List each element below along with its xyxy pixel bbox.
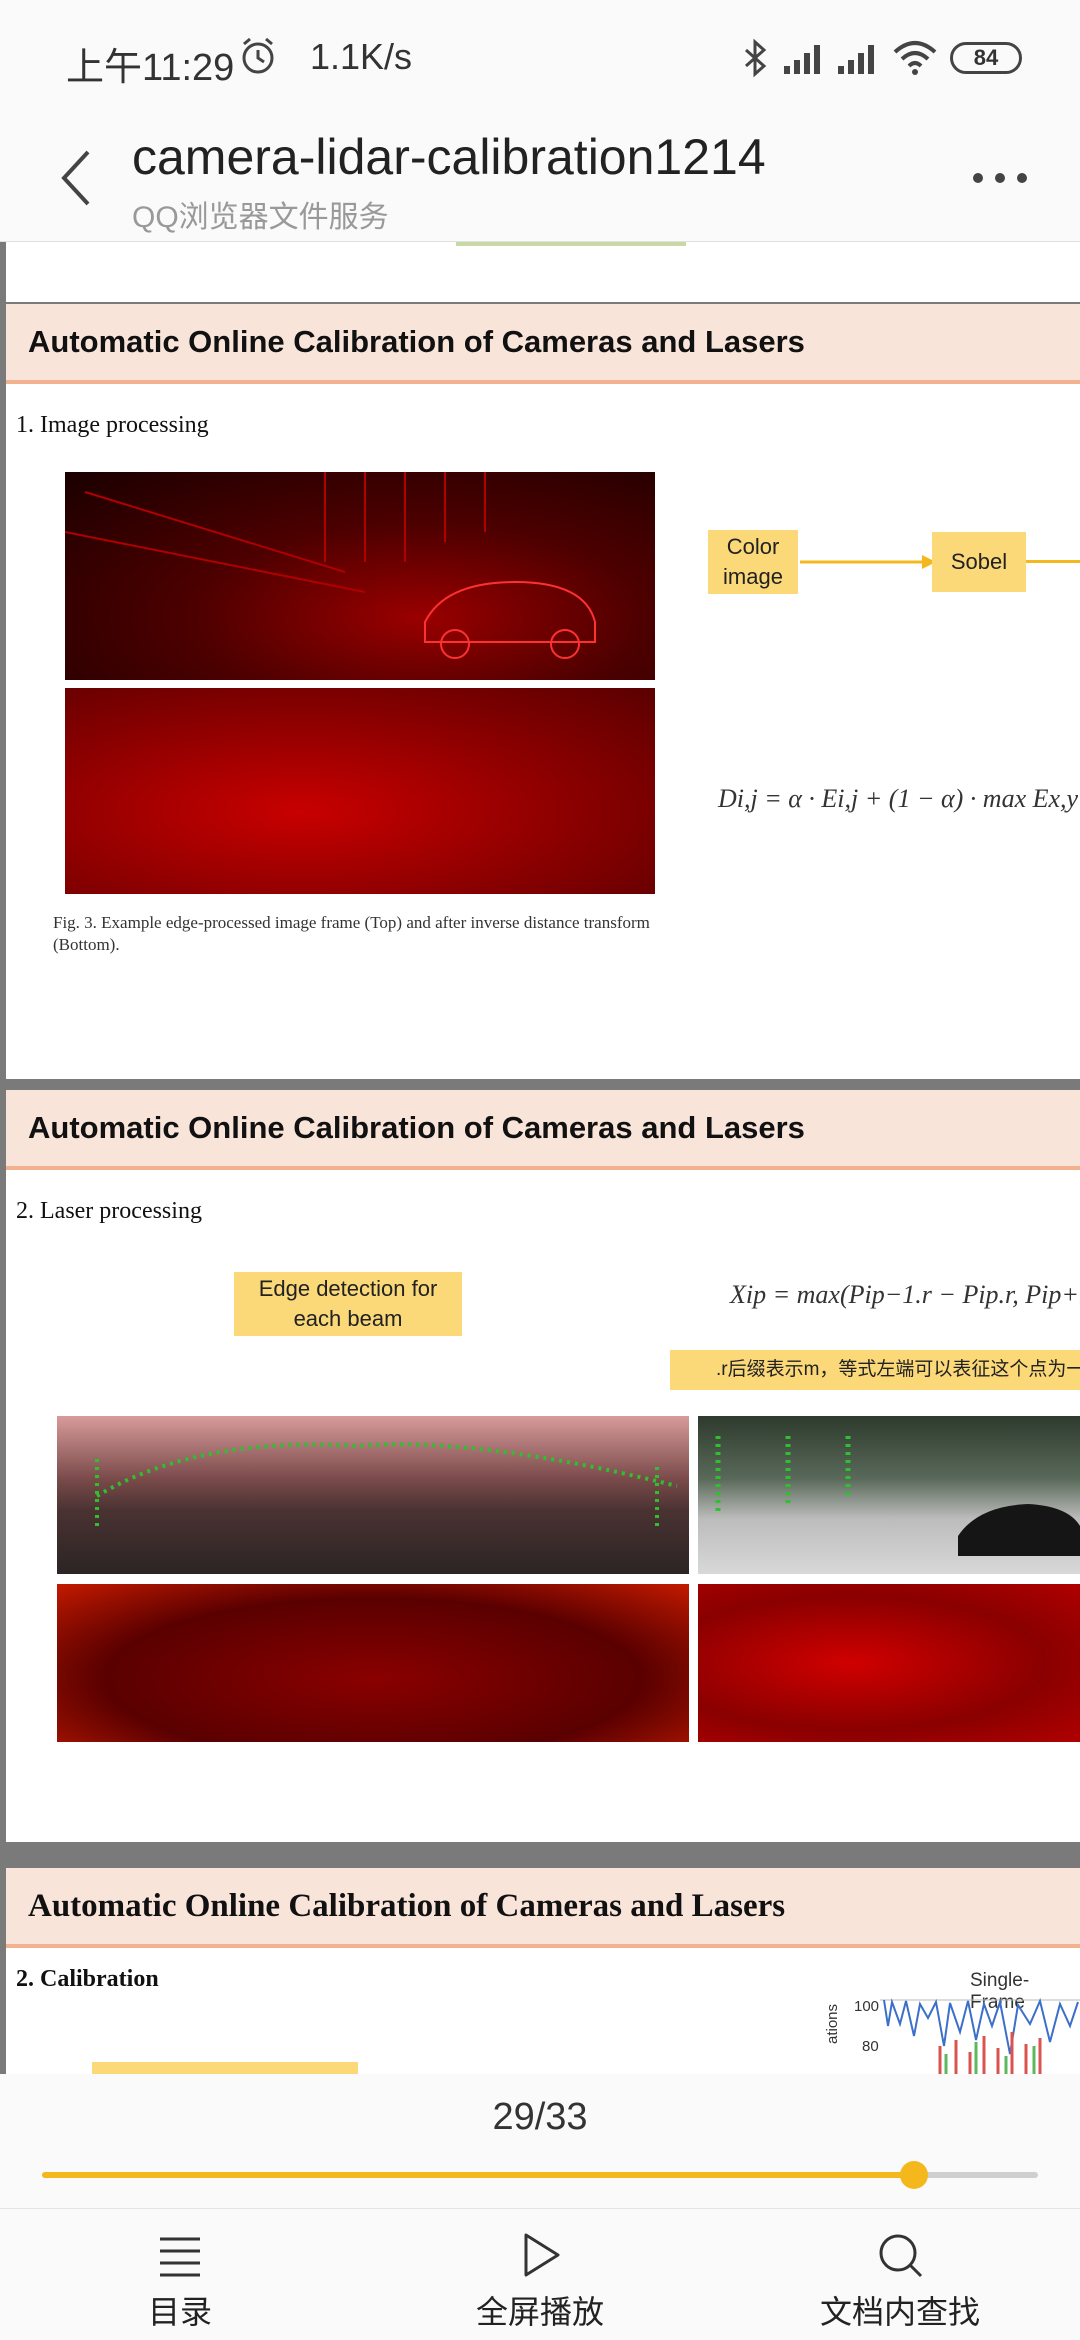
lidar-overlay-photo-right (698, 1416, 1080, 1574)
battery-icon: 84 (950, 42, 1022, 74)
lidar-overlay-photo-left (57, 1416, 689, 1574)
pipeline-step-color-image: Color image (708, 530, 798, 594)
lidar-points (95, 1442, 678, 1526)
edge-detection-label: Edge detection for each beam (234, 1272, 462, 1336)
pipeline-arrow-continuation (1026, 560, 1080, 563)
title-bar: camera-lidar-calibration1214 QQ浏览器文件服务 (0, 110, 1080, 242)
document-source: QQ浏览器文件服务 (132, 201, 389, 234)
chart-tick-100: 100 (854, 1998, 880, 2015)
page-slider-thumb[interactable] (899, 2161, 928, 2189)
fullscreen-play-label: 全屏播放 (475, 2294, 604, 2330)
document-title: camera-lidar-calibration1214 (132, 129, 766, 185)
table-of-contents-icon (160, 2237, 200, 2277)
slide-header: Automatic Online Calibration of Cameras … (6, 1090, 1080, 1170)
status-time: 上午11:29 (66, 47, 235, 89)
section-heading: 1. Image processing (16, 412, 209, 438)
slide-calibration: Automatic Online Calibration of Cameras … (6, 1868, 1080, 2074)
find-in-document-label: 文档内查找 (819, 2294, 980, 2330)
document-viewport[interactable]: Automatic Online Calibration of Cameras … (0, 242, 1080, 2074)
section-heading: 2. Laser processing (16, 1198, 202, 1224)
chart-tick-80: 80 (862, 2038, 879, 2055)
toc-button[interactable]: 目录 (80, 2225, 280, 2335)
find-in-document-button[interactable]: 文档内查找 (800, 2225, 1000, 2335)
bluetooth-icon (745, 38, 767, 78)
slide-header: Automatic Online Calibration of Cameras … (6, 1868, 1080, 1948)
distance-formula: Di,j = α · Ei,j + (1 − α) · max Ex,y (718, 784, 1079, 813)
wifi-icon (893, 41, 937, 75)
network-speed: 1.1K/s (310, 36, 413, 77)
laser-formula: Xip = max(Pip−1.r − Pip.r, Pip+1.r (730, 1280, 1080, 1309)
signal-icon (838, 45, 874, 74)
page-controls: 29/33 (0, 2074, 1080, 2208)
previous-slide-fragment (6, 242, 1080, 302)
slide-laser-processing: Automatic Online Calibration of Cameras … (6, 1090, 1080, 1842)
formula-note: .r后缀表示m，等式左端可以表征这个点为一 (670, 1350, 1080, 1390)
single-frame-chart (880, 1997, 1080, 2074)
slide-image-processing: Automatic Online Calibration of Cameras … (6, 304, 1080, 1079)
back-arrow-icon[interactable] (56, 148, 96, 208)
slide-title: Automatic Online Calibration of Cameras … (28, 324, 805, 359)
edge-image-top (64, 472, 655, 680)
highlight-bar (92, 2062, 358, 2074)
pipeline-step-sobel: Sobel (932, 532, 1026, 592)
slide-header: Automatic Online Calibration of Cameras … (6, 304, 1080, 384)
figure-caption: Fig. 3. Example edge-processed image fra… (53, 913, 650, 954)
signal-icon (784, 45, 820, 74)
chart-axis-label: ations (824, 2003, 841, 2044)
section-heading: 2. Calibration (16, 1966, 159, 1992)
edge-lines (64, 472, 596, 659)
fullscreen-play-button[interactable]: 全屏播放 (440, 2225, 640, 2335)
play-icon (524, 2233, 560, 2277)
distance-transform-image (65, 688, 655, 894)
page-slider-fill (42, 2172, 914, 2178)
search-icon (879, 2234, 923, 2278)
bottom-toolbar: 目录 全屏播放 文档内查找 (0, 2208, 1080, 2340)
alarm-icon (242, 37, 274, 74)
lidar-distance-right (698, 1584, 1080, 1742)
status-bar: 上午11:29 1.1K/s 84 (0, 0, 1080, 110)
car-silhouette (715, 1436, 1080, 1556)
slide-title: Automatic Online Calibration of Cameras … (28, 1110, 805, 1145)
more-dots-icon[interactable] (970, 170, 1030, 186)
page-indicator: 29/33 (492, 2096, 588, 2138)
toc-label: 目录 (147, 2294, 212, 2330)
page-slider[interactable] (42, 2161, 1038, 2189)
pipeline-arrow (800, 555, 936, 569)
slide-title: Automatic Online Calibration of Cameras … (28, 1888, 786, 1924)
lidar-distance-left (57, 1584, 689, 1742)
